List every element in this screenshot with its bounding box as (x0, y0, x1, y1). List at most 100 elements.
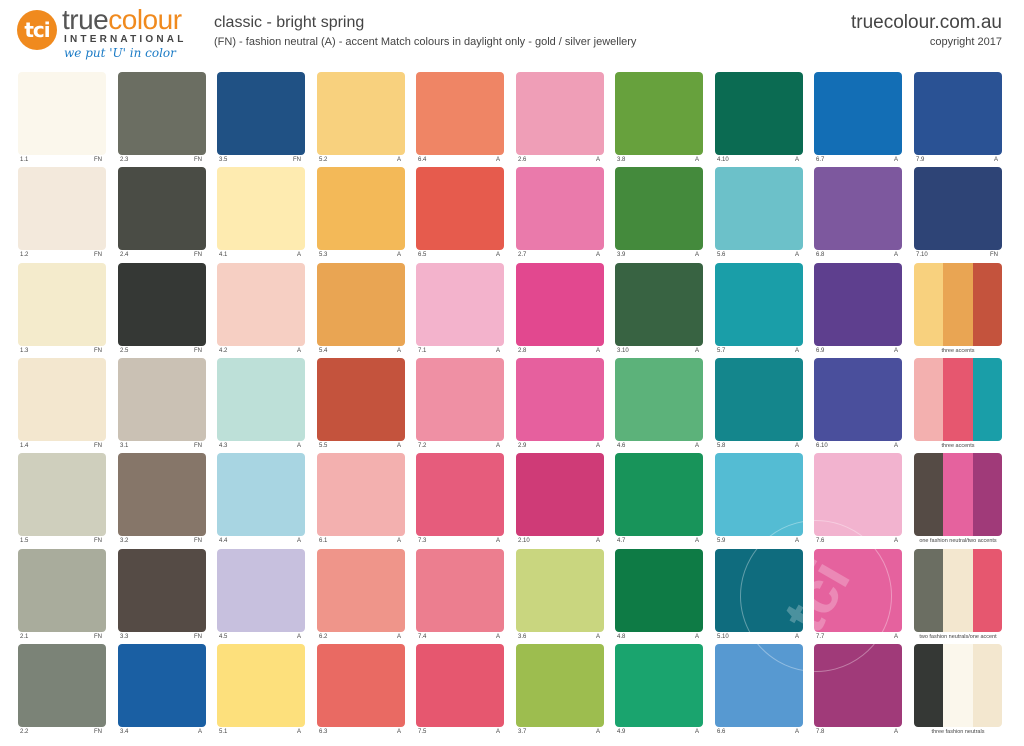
colour-swatch (217, 549, 305, 632)
swatch-type: A (694, 634, 699, 640)
swatch-code: 5.4 (319, 348, 328, 354)
swatch-cell: 5.8 A (715, 358, 803, 452)
swatch-type: A (296, 443, 301, 449)
logo-mark: tci (17, 10, 57, 50)
colour-swatch (516, 453, 604, 536)
colour-swatch (715, 72, 803, 155)
swatch-type: A (296, 538, 301, 544)
swatch-code: 7.2 (418, 443, 427, 449)
swatch-code: 7.3 (418, 538, 427, 544)
swatch-code: 1.5 (20, 538, 29, 544)
swatch-type: A (794, 348, 799, 354)
combo-swatch-part (914, 263, 944, 346)
swatch-cell: 1.5 FN (18, 453, 106, 547)
swatch-code: 6.3 (319, 729, 328, 735)
swatch-type: A (197, 729, 202, 735)
swatch-type: A (595, 252, 600, 258)
swatch-type: A (794, 157, 799, 163)
swatch-cell: 2.2 FN (18, 644, 106, 738)
swatch-type: A (495, 157, 500, 163)
swatch-cell: 4.10 A (715, 72, 803, 166)
swatch-type: FN (194, 538, 202, 544)
colour-swatch (317, 72, 405, 155)
swatch-code: 2.3 (120, 157, 129, 163)
swatch-cell: 4.4 A (217, 453, 305, 547)
swatch-code: 5.6 (717, 252, 726, 258)
website-url: truecolour.com.au (850, 12, 1002, 33)
colour-swatch (416, 358, 504, 441)
swatch-type: A (296, 252, 301, 258)
swatch-cell: 1.2 FN (18, 167, 106, 261)
colour-swatch (814, 263, 902, 346)
colour-swatch (814, 358, 902, 441)
swatch-code: 6.8 (816, 252, 825, 258)
colour-swatch (118, 358, 206, 441)
swatch-type: A (694, 157, 699, 163)
swatch-code: 7.5 (418, 729, 427, 735)
brand-name-part1: true (62, 4, 109, 35)
colour-swatch (317, 644, 405, 727)
colour-swatch (516, 644, 604, 727)
swatch-code: 7.8 (816, 729, 825, 735)
colour-swatch (615, 167, 703, 250)
colour-swatch (18, 167, 106, 250)
swatch-type: A (296, 348, 301, 354)
swatch-code: 2.10 (518, 538, 530, 544)
swatch-cell: 4.5 A (217, 549, 305, 643)
combo-swatch-part (914, 644, 944, 727)
swatch-type: A (694, 348, 699, 354)
colour-swatch (416, 549, 504, 632)
swatch-code: 3.3 (120, 634, 129, 640)
swatch-type: A (694, 729, 699, 735)
colour-swatch (416, 263, 504, 346)
swatch-type: A (495, 729, 500, 735)
combo-swatch-part (943, 263, 973, 346)
swatch-type: A (396, 634, 401, 640)
swatch-cell: 7.9 A (914, 72, 1002, 166)
colour-swatch (416, 167, 504, 250)
swatch-code: 2.5 (120, 348, 129, 354)
swatch-code: 5.2 (319, 157, 328, 163)
swatch-type: A (396, 252, 401, 258)
swatch-cell: 4.3 A (217, 358, 305, 452)
swatch-code: 2.8 (518, 348, 527, 354)
swatch-code: 6.4 (418, 157, 427, 163)
swatch-cell: 2.8 A (516, 263, 604, 357)
swatch-code: 7.1 (418, 348, 427, 354)
swatch-code: 2.2 (20, 729, 29, 735)
colour-swatch (416, 644, 504, 727)
swatch-type: A (794, 252, 799, 258)
swatch-type: A (495, 443, 500, 449)
swatch-cell: 7.3 A (416, 453, 504, 547)
swatch-code: 1.3 (20, 348, 29, 354)
swatch-cell: 5.3 A (317, 167, 405, 261)
swatch-code: 3.2 (120, 538, 129, 544)
swatch-cell: three accents (914, 263, 1002, 357)
swatch-code: 6.9 (816, 348, 825, 354)
swatch-code: 6.5 (418, 252, 427, 258)
colour-swatch (118, 549, 206, 632)
swatch-code: 5.5 (319, 443, 328, 449)
colour-swatch (18, 263, 106, 346)
swatch-cell: 1.3 FN (18, 263, 106, 357)
swatch-cell: 3.10 A (615, 263, 703, 357)
swatch-cell: 4.7 A (615, 453, 703, 547)
swatch-cell: 6.1 A (317, 453, 405, 547)
swatch-type: A (396, 538, 401, 544)
combo-swatch-part (972, 358, 1002, 441)
swatch-type: A (694, 538, 699, 544)
swatch-cell: 1.4 FN (18, 358, 106, 452)
swatch-cell: 6.3 A (317, 644, 405, 738)
swatch-code: 6.7 (816, 157, 825, 163)
swatch-code: 2.7 (518, 252, 527, 258)
colour-swatch (118, 453, 206, 536)
swatch-code: 2.4 (120, 252, 129, 258)
swatch-cell: 6.5 A (416, 167, 504, 261)
palette-legend: (FN) - fashion neutral (A) - accent Matc… (214, 36, 637, 48)
colour-swatch (516, 358, 604, 441)
swatch-type: FN (194, 252, 202, 258)
swatch-cell: 7.5 A (416, 644, 504, 738)
swatch-type: A (595, 348, 600, 354)
colour-swatch (217, 72, 305, 155)
swatch-type: A (893, 729, 898, 735)
